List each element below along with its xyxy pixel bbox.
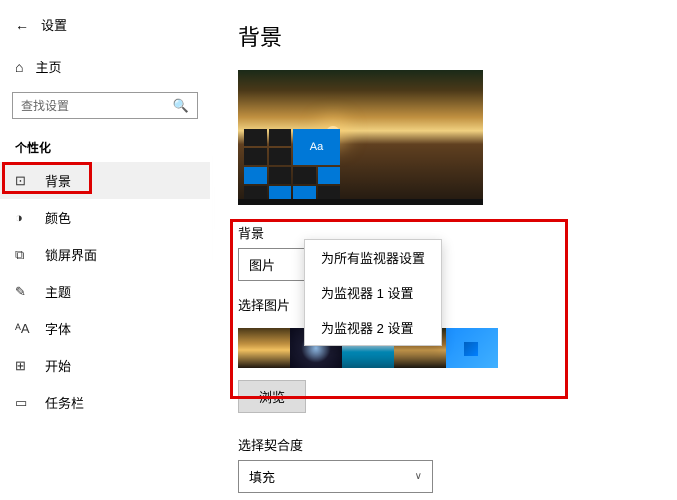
section-label: 个性化 — [0, 127, 210, 162]
thumbnail-5[interactable] — [446, 328, 498, 368]
taskbar-icon: ▭ — [15, 395, 33, 411]
lockscreen-icon: ⧉ — [15, 247, 33, 263]
home-link[interactable]: ⌂ 主页 — [0, 49, 210, 84]
colors-icon: ◑ — [15, 210, 33, 225]
sidebar-item-label: 任务栏 — [45, 393, 84, 412]
thumbnail-1[interactable] — [238, 328, 290, 368]
browse-button[interactable]: 浏览 — [238, 380, 306, 413]
menu-set-monitor-2[interactable]: 为监视器 2 设置 — [305, 310, 441, 345]
background-label: 背景 — [238, 223, 649, 242]
background-preview: Aa — [238, 70, 483, 205]
fit-dropdown[interactable]: 填充 ∨ — [238, 460, 433, 493]
menu-set-all-monitors[interactable]: 为所有监视器设置 — [305, 240, 441, 275]
sidebar-item-label: 开始 — [45, 356, 71, 375]
menu-set-monitor-1[interactable]: 为监视器 1 设置 — [305, 275, 441, 310]
sidebar-item-colors[interactable]: ◑ 颜色 — [0, 199, 210, 236]
preview-aa-tile: Aa — [293, 129, 340, 165]
dropdown-value: 图片 — [249, 255, 275, 274]
background-icon: ⊡ — [15, 173, 33, 189]
sidebar-item-taskbar[interactable]: ▭ 任务栏 — [0, 384, 210, 421]
chevron-down-icon: ∨ — [415, 471, 422, 482]
fit-label: 选择契合度 — [238, 435, 649, 454]
themes-icon: ✎ — [15, 284, 33, 300]
start-icon: ⊞ — [15, 358, 33, 374]
window-title: 设置 — [41, 15, 67, 34]
monitor-context-menu: 为所有监视器设置 为监视器 1 设置 为监视器 2 设置 — [304, 239, 442, 346]
fonts-icon: ᴬA — [15, 321, 33, 336]
sidebar-item-lockscreen[interactable]: ⧉ 锁屏界面 — [0, 236, 210, 273]
sidebar-item-themes[interactable]: ✎ 主题 — [0, 273, 210, 310]
sidebar-item-fonts[interactable]: ᴬA 字体 — [0, 310, 210, 347]
page-title: 背景 — [238, 20, 649, 52]
home-icon: ⌂ — [15, 59, 23, 75]
choose-picture-label: 选择图片 — [238, 295, 649, 314]
dropdown-value: 填充 — [249, 467, 275, 486]
sidebar-item-label: 字体 — [45, 319, 71, 338]
sidebar-item-start[interactable]: ⊞ 开始 — [0, 347, 210, 384]
sidebar-item-label: 背景 — [45, 171, 71, 190]
back-button[interactable]: ← — [15, 17, 29, 33]
sidebar-item-background[interactable]: ⊡ 背景 — [0, 162, 210, 199]
home-label: 主页 — [35, 57, 61, 76]
sidebar-item-label: 颜色 — [45, 208, 71, 227]
search-input[interactable]: 查找设置 🔍 — [12, 92, 198, 119]
search-placeholder: 查找设置 — [21, 97, 69, 114]
search-icon: 🔍 — [173, 98, 189, 114]
sidebar-item-label: 锁屏界面 — [45, 245, 97, 264]
sidebar-item-label: 主题 — [45, 282, 71, 301]
thumbnail-row — [238, 328, 649, 368]
